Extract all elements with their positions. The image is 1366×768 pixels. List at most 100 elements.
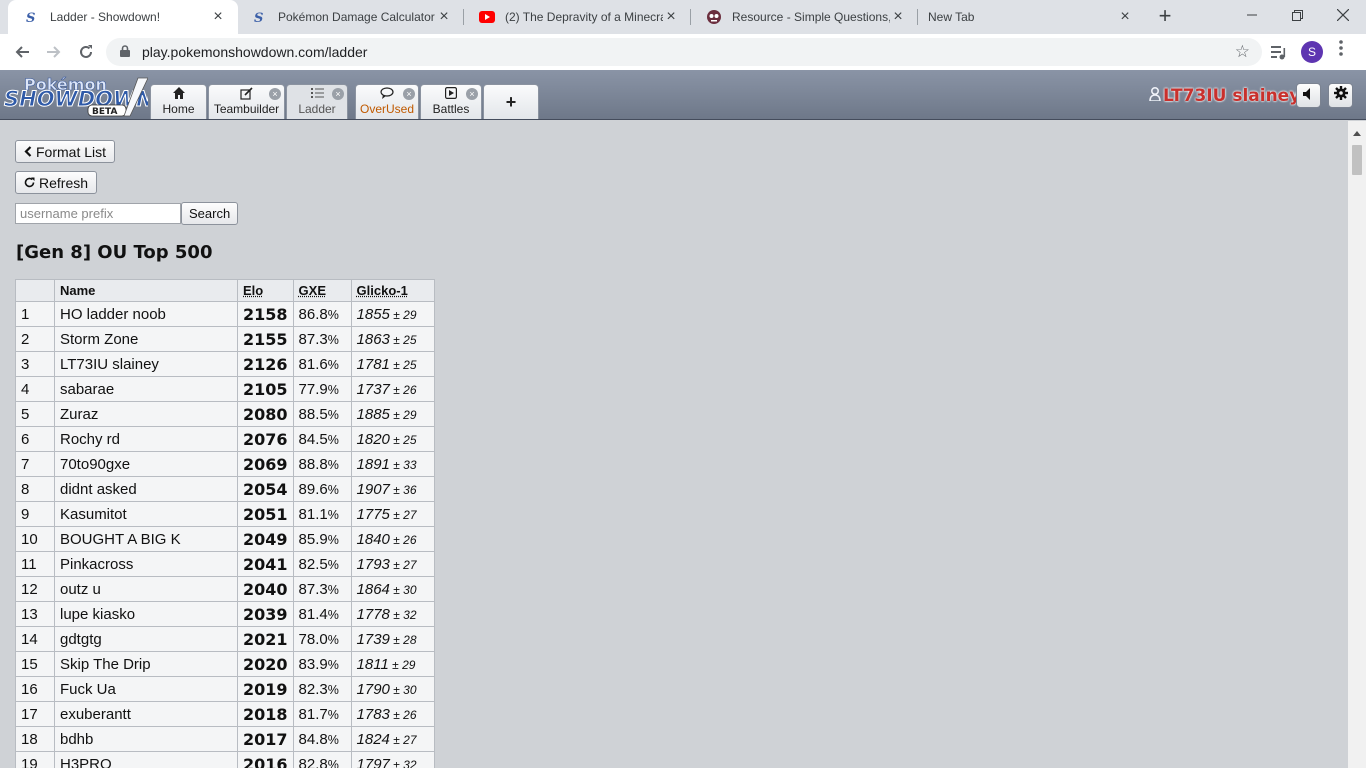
username-cell[interactable]: 70to90gxe <box>54 451 238 477</box>
rank-cell: 7 <box>15 451 55 477</box>
media-control-icon[interactable] <box>1268 42 1288 62</box>
browser-tab-damage-calc[interactable]: S Pokémon Damage Calculator × <box>236 0 464 34</box>
format-list-label: Format List <box>36 143 107 160</box>
gxe-value: 81.6 <box>298 355 328 373</box>
kebab-menu-icon[interactable] <box>1335 40 1347 64</box>
username-cell[interactable]: Rochy rd <box>54 426 238 452</box>
glicko-cell: 1907 ± 36 <box>350 476 435 502</box>
glicko-deviation: ± 25 <box>389 357 417 372</box>
scroll-up-arrow-icon[interactable] <box>1353 131 1361 136</box>
username-cell[interactable]: Pinkacross <box>54 551 238 577</box>
bookmark-star-icon[interactable]: ☆ <box>1235 42 1250 62</box>
close-icon[interactable]: × <box>1117 8 1133 26</box>
column-header-elo: Elo <box>237 279 294 302</box>
ps-tab-overused[interactable]: × OverUsed <box>355 84 419 119</box>
close-icon[interactable]: × <box>210 8 226 26</box>
ps-tab-label: Teambuilder <box>213 102 280 116</box>
gxe-cell: 83.9% <box>292 651 352 677</box>
username-cell[interactable]: exuberantt <box>54 701 238 727</box>
column-header-glicko-label: Glicko-1 <box>356 283 408 298</box>
format-list-button[interactable]: Format List <box>15 140 116 163</box>
ps-tab-teambuilder[interactable]: × Teambuilder <box>208 84 285 119</box>
ps-tab-battles[interactable]: × Battles <box>420 84 482 119</box>
gxe-value: 77.9 <box>298 380 328 398</box>
username-cell[interactable]: LT73IU slainey <box>54 351 238 377</box>
search-button[interactable]: Search <box>181 202 239 225</box>
username-cell[interactable]: didnt asked <box>54 476 238 502</box>
username-cell[interactable]: lupe kiasko <box>54 601 238 627</box>
gxe-value: 84.5 <box>298 430 328 448</box>
profile-avatar[interactable]: S <box>1301 41 1323 63</box>
settings-button[interactable] <box>1328 83 1353 108</box>
gxe-cell: 81.7% <box>292 701 352 727</box>
table-row: 9 Kasumitot 2051 81.1% 1775 ± 27 <box>15 501 435 527</box>
minimize-icon[interactable] <box>1229 0 1275 30</box>
browser-tab-youtube[interactable]: (2) The Depravity of a Minecraft × <box>463 0 691 34</box>
username-cell[interactable]: Fuck Ua <box>54 676 238 702</box>
close-icon[interactable]: × <box>332 88 344 100</box>
back-arrow-icon[interactable] <box>8 38 36 66</box>
page-scrollbar[interactable] <box>1348 121 1366 768</box>
column-header-gxe-label: GXE <box>298 283 326 298</box>
reload-icon[interactable] <box>72 38 100 66</box>
window-close-icon[interactable] <box>1320 0 1366 30</box>
sound-button[interactable] <box>1296 83 1321 108</box>
glicko-deviation-value: 27 <box>403 507 417 522</box>
showdown-logo[interactable]: Pokémon SHOWDOWN BETA <box>2 72 155 118</box>
glicko-deviation-value: 25 <box>403 357 417 372</box>
glicko-cell: 1781 ± 25 <box>350 351 435 377</box>
close-icon[interactable]: × <box>436 8 452 26</box>
username-cell[interactable]: Skip The Drip <box>54 651 238 677</box>
username-cell[interactable]: Zuraz <box>54 401 238 427</box>
username-search-input[interactable] <box>15 203 181 224</box>
username-cell[interactable]: Storm Zone <box>54 326 238 352</box>
close-icon[interactable]: × <box>663 8 679 26</box>
glicko-value: 1864 <box>356 580 390 598</box>
elo-cell: 2017 <box>237 726 294 752</box>
browser-tab-ladder[interactable]: S Ladder - Showdown! × <box>8 0 238 34</box>
username-cell[interactable]: sabarae <box>54 376 238 402</box>
ps-tab-ladder[interactable]: × Ladder <box>286 84 348 119</box>
gxe-cell: 81.4% <box>292 601 352 627</box>
glicko-deviation-value: 28 <box>403 632 417 647</box>
username-cell[interactable]: HO ladder noob <box>54 301 238 327</box>
username-cell[interactable]: gdtgtg <box>54 626 238 652</box>
ps-tab-label: Ladder <box>298 102 336 116</box>
close-icon[interactable]: × <box>403 88 415 100</box>
percent-sign: % <box>327 432 339 447</box>
ps-tab-home[interactable]: Home <box>150 84 207 119</box>
username-cell[interactable]: H3PRO <box>54 751 238 768</box>
ladder-table-body: 1 HO ladder noob 2158 86.8% 1855 ± 29 2 Storm … <box>15 301 435 768</box>
refresh-button[interactable]: Refresh <box>15 171 98 194</box>
username-cell[interactable]: bdhb <box>54 726 238 752</box>
percent-sign: % <box>327 482 339 497</box>
username-cell[interactable]: BOUGHT A BIG K <box>54 526 238 552</box>
close-icon[interactable]: × <box>466 88 478 100</box>
browser-tab-smogon[interactable]: Resource - Simple Questions, S × <box>690 0 918 34</box>
forward-arrow-icon[interactable] <box>40 38 68 66</box>
ps-new-tab-button[interactable]: + <box>483 84 539 119</box>
elo-cell: 2020 <box>237 651 294 677</box>
elo-cell: 2040 <box>237 576 294 602</box>
username-cell[interactable]: outz u <box>54 576 238 602</box>
username-cell[interactable]: Kasumitot <box>54 501 238 527</box>
new-tab-button[interactable]: + <box>1152 4 1178 30</box>
ps-username[interactable]: LT73IU slainey <box>1149 86 1300 106</box>
rank-cell: 1 <box>15 301 55 327</box>
browser-tab-title: Resource - Simple Questions, S <box>732 10 890 24</box>
address-bar[interactable]: play.pokemonshowdown.com/ladder ☆ <box>106 38 1262 66</box>
table-row: 14 gdtgtg 2021 78.0% 1739 ± 28 <box>15 626 435 652</box>
glicko-cell: 1737 ± 26 <box>350 376 435 402</box>
browser-tab-new-tab[interactable]: New Tab × <box>917 0 1145 34</box>
close-icon[interactable]: × <box>269 88 281 100</box>
close-icon[interactable]: × <box>890 8 906 26</box>
glicko-value: 1840 <box>356 530 390 548</box>
gxe-cell: 84.5% <box>292 426 352 452</box>
svg-text:S: S <box>26 11 35 24</box>
browser-tab-title: Pokémon Damage Calculator <box>278 10 435 24</box>
restore-icon[interactable] <box>1274 0 1320 30</box>
glicko-value: 1775 <box>356 505 390 523</box>
gxe-value: 82.8 <box>298 755 328 768</box>
scrollbar-thumb[interactable] <box>1352 145 1362 175</box>
glicko-cell: 1783 ± 26 <box>350 701 435 727</box>
